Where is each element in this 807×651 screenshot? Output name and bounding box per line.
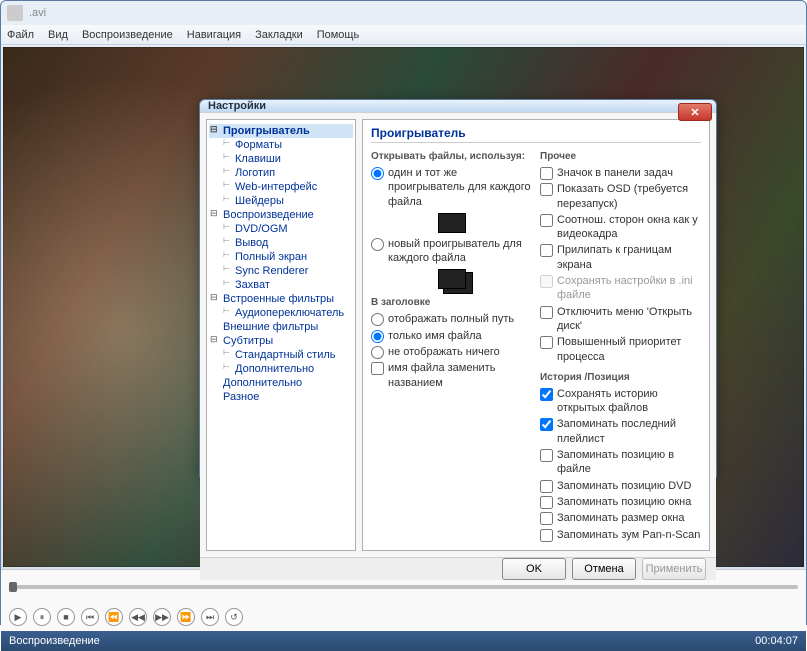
tree-node-12[interactable]: Встроенные фильтры	[209, 292, 353, 306]
transport-btn-1[interactable]: ⏸	[33, 608, 51, 626]
transport-btn-0[interactable]: ▶	[9, 608, 27, 626]
dialog-title: Настройки	[208, 100, 266, 112]
settings-tree[interactable]: ПроигрывательФорматыКлавишиЛоготипWeb-ин…	[206, 119, 356, 551]
tree-node-5[interactable]: Шейдеры	[209, 194, 353, 208]
tree-node-7[interactable]: DVD/OGM	[209, 222, 353, 236]
transport-btn-3[interactable]: ⏮	[81, 608, 99, 626]
other-check-3[interactable]: Прилипать к границам экрана	[540, 243, 701, 272]
history-check-1[interactable]: Запоминать последний плейлист	[540, 417, 701, 446]
other-group-title: Прочее	[540, 151, 701, 162]
other-check-1[interactable]: Показать OSD (требуется перезапуск)	[540, 182, 701, 211]
menu-навигация[interactable]: Навигация	[187, 29, 241, 41]
radio-same-player[interactable]: один и тот же проигрыватель для каждого …	[371, 166, 532, 209]
tree-node-15[interactable]: Субтитры	[209, 334, 353, 348]
radio-new-player[interactable]: новый проигрыватель для каждого файла	[371, 237, 532, 266]
seek-thumb[interactable]	[9, 582, 17, 592]
other-check-4: Сохранять настройки в .ini файле	[540, 274, 701, 303]
menu-воспроизведение[interactable]: Воспроизведение	[82, 29, 173, 41]
tree-node-2[interactable]: Клавиши	[209, 152, 353, 166]
menu-вид[interactable]: Вид	[48, 29, 68, 41]
transport-btn-6[interactable]: ▶▶	[153, 608, 171, 626]
apply-button: Применить	[642, 558, 706, 580]
titlebar[interactable]: .avi	[1, 1, 806, 25]
tree-node-17[interactable]: Дополнительно	[209, 362, 353, 376]
main-window: .avi Файл Вид Воспроизведение Навигация Закл…	[0, 0, 807, 625]
menu-помощь[interactable]: Помощь	[317, 29, 360, 41]
ok-button[interactable]: OK	[502, 558, 566, 580]
seek-slider[interactable]	[9, 585, 798, 589]
transport-btn-8[interactable]: ⏭	[201, 608, 219, 626]
cancel-button[interactable]: Отмена	[572, 558, 636, 580]
transport-btn-2[interactable]: ■	[57, 608, 75, 626]
tree-node-11[interactable]: Захват	[209, 278, 353, 292]
tree-node-19[interactable]: Разное	[209, 390, 353, 404]
tree-node-6[interactable]: Воспроизведение	[209, 208, 353, 222]
check-replace-with-title[interactable]: имя файла заменить названием	[371, 361, 532, 390]
radio-display-nothing[interactable]: не отображать ничего	[371, 345, 532, 359]
radio-filename-only[interactable]: только имя файла	[371, 329, 532, 343]
tree-node-4[interactable]: Web-интерфейс	[209, 180, 353, 194]
history-group-title: История /Позиция	[540, 372, 701, 383]
window-title: .avi	[29, 7, 800, 19]
tree-node-3[interactable]: Логотип	[209, 166, 353, 180]
history-check-4[interactable]: Запоминать позицию окна	[540, 495, 701, 509]
close-button[interactable]: ✕	[678, 103, 712, 121]
dialog-footer: OK Отмена Применить	[200, 557, 716, 580]
tree-node-16[interactable]: Стандартный стиль	[209, 348, 353, 362]
transport-btn-4[interactable]: ⏪	[105, 608, 123, 626]
transport-btn-9[interactable]: ↺	[225, 608, 243, 626]
tree-node-18[interactable]: Дополнительно	[209, 376, 353, 390]
transport-btn-7[interactable]: ⏩	[177, 608, 195, 626]
status-time: 00:04:07	[755, 635, 798, 647]
other-check-5[interactable]: Отключить меню 'Открыть диск'	[540, 305, 701, 334]
monitor-double-icon	[438, 269, 466, 289]
open-group-title: Открывать файлы, используя:	[371, 151, 532, 162]
tree-node-9[interactable]: Полный экран	[209, 250, 353, 264]
history-check-2[interactable]: Запоминать позицию в файле	[540, 448, 701, 477]
monitor-single-icon	[438, 213, 466, 233]
history-check-0[interactable]: Сохранять историю открытых файлов	[540, 387, 701, 416]
tree-node-1[interactable]: Форматы	[209, 138, 353, 152]
tree-node-8[interactable]: Вывод	[209, 236, 353, 250]
history-check-6[interactable]: Запоминать зум Pan-n-Scan	[540, 528, 701, 542]
dialog-titlebar[interactable]: Настройки ✕	[200, 100, 716, 112]
menu-закладки[interactable]: Закладки	[255, 29, 303, 41]
menubar: Файл Вид Воспроизведение Навигация Закладки П…	[1, 25, 806, 45]
history-check-5[interactable]: Запоминать размер окна	[540, 511, 701, 525]
menu-файл[interactable]: Файл	[7, 29, 34, 41]
title-group-title: В заголовке	[371, 297, 532, 308]
statusbar: Воспроизведение 00:04:07	[1, 631, 806, 651]
tree-node-10[interactable]: Sync Renderer	[209, 264, 353, 278]
tree-node-13[interactable]: Аудиопереключатель	[209, 306, 353, 320]
transport-btn-5[interactable]: ◀◀	[129, 608, 147, 626]
tree-node-14[interactable]: Внешние фильтры	[209, 320, 353, 334]
other-check-2[interactable]: Соотнош. сторон окна как у видеокадра	[540, 213, 701, 242]
app-icon	[7, 5, 23, 21]
status-left: Воспроизведение	[9, 635, 100, 647]
settings-dialog: Настройки ✕ ПроигрывательФорматыКлавишиЛ…	[199, 99, 717, 479]
tree-node-0[interactable]: Проигрыватель	[209, 124, 353, 138]
dialog-body: ПроигрывательФорматыКлавишиЛоготипWeb-ин…	[200, 112, 716, 557]
history-check-3[interactable]: Запоминать позицию DVD	[540, 479, 701, 493]
other-check-6[interactable]: Повышенный приоритет процесса	[540, 335, 701, 364]
content-heading: Проигрыватель	[371, 126, 701, 143]
radio-full-path[interactable]: отображать полный путь	[371, 312, 532, 326]
settings-content: Проигрыватель Открывать файлы, используя…	[362, 119, 710, 551]
transport-bar: ▶ ⏸ ■ ⏮ ⏪ ◀◀ ▶▶ ⏩ ⏭ ↺	[1, 603, 806, 631]
close-icon: ✕	[690, 106, 699, 119]
other-check-0[interactable]: Значок в панели задач	[540, 166, 701, 180]
